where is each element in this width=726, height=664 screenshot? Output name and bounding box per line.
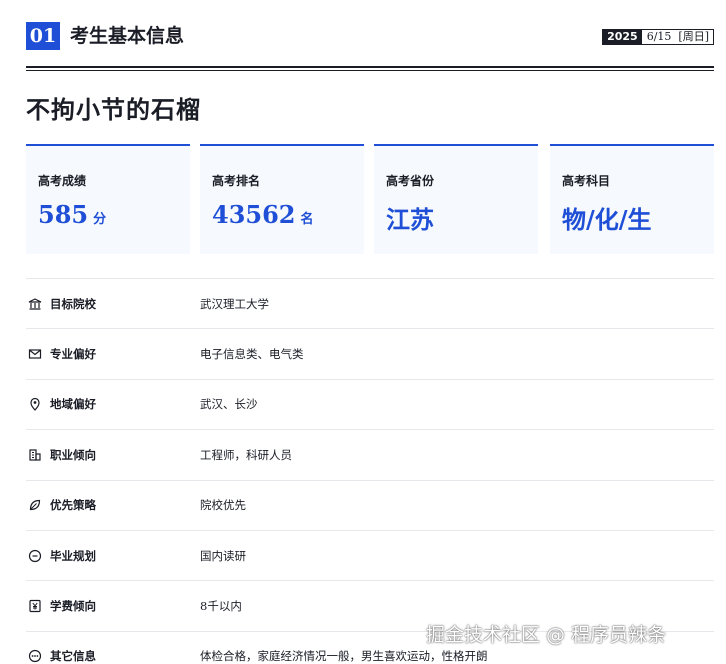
more-icon xyxy=(28,650,42,663)
info-row-region: 地域偏好 武汉、长沙 xyxy=(26,378,714,429)
info-label: 优先策略 xyxy=(50,498,96,513)
stat-card-unit: 名 xyxy=(300,212,314,227)
mail-icon xyxy=(28,349,42,359)
stat-card-label: 高考排名 xyxy=(212,174,261,188)
info-list: 目标院校 武汉理工大学 专业偏好 电子信息类、电气类 地域偏好 武汉、长沙 职业… xyxy=(26,278,714,664)
yuan-icon xyxy=(29,599,41,613)
info-value: 武汉、长沙 xyxy=(200,397,258,412)
stat-cards: 高考成绩 585 分 高考排名 43562 名 高考省份 江苏 高考科目 物/化/生 xyxy=(26,144,714,254)
info-label: 毕业规划 xyxy=(50,548,96,563)
section-title: 考生基本信息 xyxy=(70,25,185,47)
location-pin-icon xyxy=(30,398,40,412)
stat-card-value: 物/化/生 xyxy=(562,205,652,234)
info-row-major: 专业偏好 电子信息类、电气类 xyxy=(26,328,714,378)
stat-card-label: 高考科目 xyxy=(562,174,611,188)
stat-card-score: 高考成绩 585 分 xyxy=(26,144,190,254)
stat-card-value: 江苏 xyxy=(386,205,434,234)
info-label: 学费倾向 xyxy=(50,599,96,614)
minus-circle-icon xyxy=(28,549,42,562)
info-value: 电子信息类、电气类 xyxy=(200,347,304,362)
stat-card-value: 585 分 xyxy=(38,200,107,229)
watermark: 掘金技术社区 @ 程序员辣条 xyxy=(426,624,667,646)
stat-card-subjects: 高考科目 物/化/生 xyxy=(550,144,714,254)
leaf-icon xyxy=(29,500,41,511)
stat-card-value: 43562 名 xyxy=(212,200,314,229)
date-weekday: [周日] xyxy=(678,30,709,43)
divider-thick xyxy=(26,66,714,68)
info-label: 地域偏好 xyxy=(50,397,96,412)
info-label: 目标院校 xyxy=(50,296,96,311)
info-value: 工程师，科研人员 xyxy=(200,447,292,462)
stat-card-label: 高考成绩 xyxy=(38,174,87,188)
info-label: 其它信息 xyxy=(50,649,96,664)
building-icon xyxy=(29,449,41,461)
info-value: 体检合格，家庭经济情况一般，男生喜欢运动，性格开朗 xyxy=(200,649,488,664)
info-value: 院校优先 xyxy=(200,498,246,513)
date-year: 2025 xyxy=(603,30,642,44)
info-label: 专业偏好 xyxy=(50,347,96,362)
info-row-career: 职业倾向 工程师，科研人员 xyxy=(26,429,714,479)
info-label: 职业倾向 xyxy=(50,447,96,462)
info-row-target-school: 目标院校 武汉理工大学 xyxy=(26,278,714,328)
stat-card-province: 高考省份 江苏 xyxy=(374,144,538,254)
divider-thin xyxy=(26,70,714,71)
stat-card-label: 高考省份 xyxy=(386,174,435,188)
date-month-day: 6/15 xyxy=(646,30,672,43)
section-number: 01 xyxy=(26,22,60,50)
info-value: 国内读研 xyxy=(200,548,246,563)
school-icon xyxy=(28,298,42,310)
section-header: 01 考生基本信息 2025 6/15 [周日] xyxy=(26,22,714,52)
stat-card-rank: 高考排名 43562 名 xyxy=(200,144,364,254)
info-row-graduation: 毕业规划 国内读研 xyxy=(26,529,714,580)
info-value: 8千以内 xyxy=(200,599,242,614)
candidate-name: 不拘小节的石榴 xyxy=(26,95,201,124)
stat-card-unit: 分 xyxy=(93,212,107,227)
info-value: 武汉理工大学 xyxy=(200,296,269,311)
date-badge: 2025 6/15 [周日] xyxy=(602,29,714,45)
info-row-strategy: 优先策略 院校优先 xyxy=(26,479,714,530)
